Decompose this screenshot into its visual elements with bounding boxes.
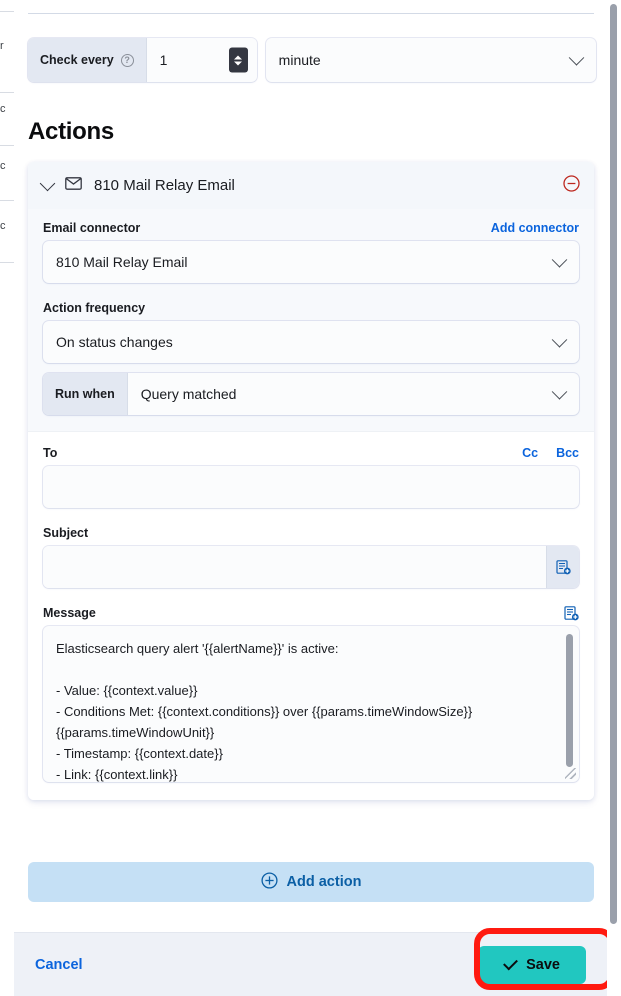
message-value: Elasticsearch query alert '{{alertName}}… bbox=[56, 638, 557, 782]
minus-circle-icon[interactable] bbox=[563, 175, 580, 197]
chevron-down-icon[interactable] bbox=[552, 332, 568, 348]
check-every-field[interactable]: Check every ? 1 bbox=[28, 38, 257, 82]
background-page-edge: r c c c bbox=[0, 0, 14, 996]
interval-unit-value: minute bbox=[279, 52, 321, 68]
plus-circle-icon bbox=[261, 872, 278, 893]
stepper-down-icon[interactable] bbox=[234, 61, 242, 65]
cancel-button[interactable]: Cancel bbox=[35, 957, 83, 973]
email-connector-select[interactable]: 810 Mail Relay Email bbox=[43, 241, 579, 283]
action-frequency-label: Action frequency bbox=[43, 301, 579, 315]
chevron-down-icon[interactable] bbox=[552, 252, 568, 268]
add-action-label: Add action bbox=[287, 874, 362, 890]
run-when-value: Query matched bbox=[128, 373, 579, 415]
add-variable-icon[interactable] bbox=[564, 606, 579, 626]
number-stepper[interactable] bbox=[229, 48, 248, 73]
interval-unit-select[interactable]: minute bbox=[266, 38, 596, 82]
interval-number-input[interactable]: 1 bbox=[147, 38, 257, 82]
action-frequency-value: On status changes bbox=[56, 334, 173, 350]
add-variable-icon[interactable] bbox=[546, 546, 579, 588]
message-label: Message bbox=[43, 606, 96, 620]
section-divider bbox=[28, 13, 594, 14]
check-icon bbox=[503, 955, 518, 970]
subject-input[interactable] bbox=[43, 546, 546, 588]
to-label: To bbox=[43, 446, 57, 460]
page-scrollbar-track[interactable] bbox=[607, 0, 621, 996]
action-card-body: Email connector Add connector 810 Mail R… bbox=[28, 209, 594, 431]
textarea-scrollbar[interactable] bbox=[566, 634, 573, 767]
save-button[interactable]: Save bbox=[478, 946, 586, 984]
check-every-label: Check every ? bbox=[28, 38, 147, 82]
chevron-down-icon[interactable] bbox=[40, 176, 56, 192]
check-every-text: Check every bbox=[40, 53, 114, 67]
page-scrollbar-thumb[interactable] bbox=[610, 4, 617, 924]
alert-rule-flyout: r c c c Check every ? 1 bbox=[0, 0, 621, 996]
interval-value: 1 bbox=[147, 52, 168, 68]
email-params-section: To Cc Bcc Subject bbox=[28, 431, 594, 800]
action-frequency-select[interactable]: On status changes bbox=[43, 321, 579, 363]
stepper-up-icon[interactable] bbox=[234, 55, 242, 59]
email-connector-value: 810 Mail Relay Email bbox=[56, 254, 188, 270]
edge-text-fragment: c bbox=[0, 103, 14, 115]
email-connector-label: Email connector bbox=[43, 221, 140, 235]
flyout-scroll-body: Check every ? 1 minute Actions bbox=[14, 0, 607, 932]
save-label: Save bbox=[526, 957, 560, 973]
edge-text-fragment: c bbox=[0, 160, 14, 172]
action-card: 810 Mail Relay Email Email connector Add… bbox=[28, 162, 594, 800]
check-interval-row: Check every ? 1 minute bbox=[28, 38, 596, 82]
action-card-header[interactable]: 810 Mail Relay Email bbox=[28, 162, 594, 209]
edge-text-fragment: r bbox=[0, 40, 14, 52]
add-action-button[interactable]: Add action bbox=[28, 862, 594, 902]
resize-handle-icon[interactable] bbox=[565, 768, 576, 779]
actions-heading: Actions bbox=[28, 118, 114, 146]
bcc-link[interactable]: Bcc bbox=[556, 446, 579, 460]
action-title: 810 Mail Relay Email bbox=[94, 177, 235, 194]
flyout-footer: Cancel Save bbox=[14, 932, 607, 996]
add-connector-link[interactable]: Add connector bbox=[491, 221, 579, 235]
cc-link[interactable]: Cc bbox=[522, 446, 538, 460]
chevron-down-icon[interactable] bbox=[568, 50, 584, 66]
run-when-field[interactable]: Run when Query matched bbox=[43, 373, 579, 415]
subject-field[interactable] bbox=[43, 546, 579, 588]
question-circle-icon[interactable]: ? bbox=[121, 54, 134, 67]
envelope-icon bbox=[65, 177, 82, 195]
to-input[interactable] bbox=[43, 466, 579, 508]
subject-label: Subject bbox=[43, 526, 579, 540]
message-textarea[interactable]: Elasticsearch query alert '{{alertName}}… bbox=[43, 626, 579, 782]
run-when-label: Run when bbox=[43, 373, 128, 415]
edge-text-fragment: c bbox=[0, 220, 14, 232]
